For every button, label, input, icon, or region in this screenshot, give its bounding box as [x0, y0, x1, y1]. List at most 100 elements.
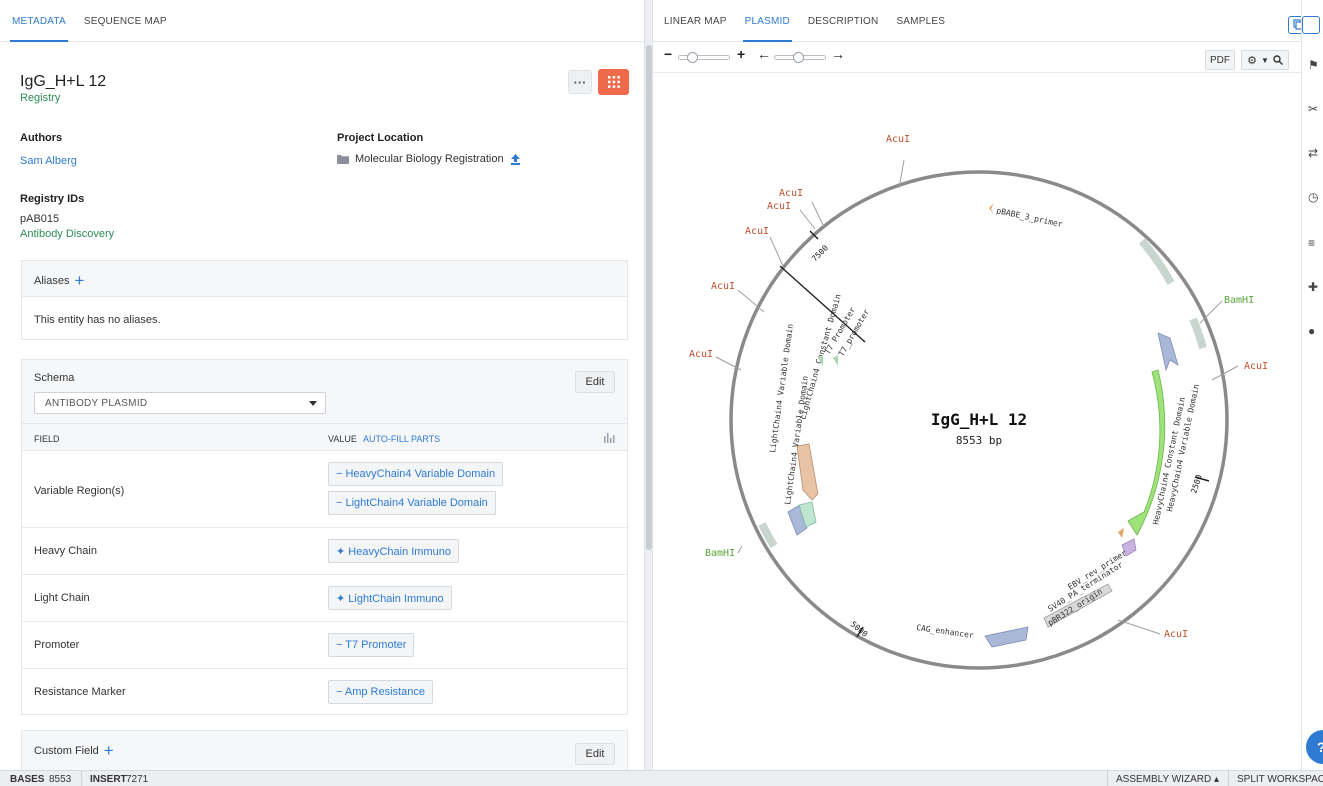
plasmid-name: IgG_H+L 12	[931, 410, 1027, 429]
feature-arrow[interactable]	[1118, 528, 1124, 538]
plasmid-map[interactable]: 2500 5000 7500 AcuI AcuI AcuI AcuI AcuI …	[653, 73, 1301, 770]
assembly-wizard-button[interactable]: ASSEMBLY WIZARD ▴	[1116, 774, 1219, 785]
scissors-icon[interactable]: ✂	[1308, 102, 1318, 116]
upload-icon[interactable]	[510, 153, 521, 165]
schema-edit-button[interactable]: Edit	[575, 371, 615, 393]
shuffle-icon[interactable]: ⇄	[1308, 146, 1318, 160]
zoom-out-button[interactable]: −	[664, 46, 672, 62]
schema-table-header: FIELD VALUE AUTO-FILL PARTS	[22, 424, 627, 450]
register-menu-button[interactable]	[598, 69, 629, 95]
tab-linear-map[interactable]: LINEAR MAP	[664, 16, 727, 41]
rotate-left-button[interactable]: ←	[757, 46, 771, 62]
bases-label: BASES	[10, 774, 45, 785]
open-button[interactable]	[1302, 16, 1320, 34]
custom-field-edit-button[interactable]: Edit	[575, 743, 615, 765]
split-workspace-button[interactable]: SPLIT WORKSPACE	[1237, 774, 1323, 785]
map-toolbar: − + ← → PDF ⚙ ▼	[653, 43, 1301, 73]
tab-sequence-map[interactable]: SEQUENCE MAP	[84, 16, 167, 41]
bar-chart-icon[interactable]	[604, 433, 615, 443]
tab-metadata[interactable]: METADATA	[10, 16, 68, 42]
ellipsis-icon: ···	[573, 74, 587, 90]
caret-down-icon: ▼	[1260, 55, 1269, 65]
settings-dropdown-button[interactable]: ⚙ ▼	[1241, 50, 1289, 70]
project-location[interactable]: Molecular Biology Registration	[337, 153, 521, 165]
rotation-slider-knob[interactable]	[793, 52, 804, 63]
part-chip[interactable]: ✦ HeavyChain Immuno	[328, 539, 459, 563]
schema-select[interactable]: ANTIBODY PLASMID	[34, 392, 326, 414]
metadata-panel: METADATA SEQUENCE MAP IgG_H+L 12 Registr…	[0, 0, 645, 770]
part-chip[interactable]: − Amp Resistance	[328, 680, 433, 704]
left-tab-bar: METADATA SEQUENCE MAP	[0, 0, 644, 42]
tab-samples[interactable]: SAMPLES	[896, 16, 945, 41]
sequence-panel: LINEAR MAP PLASMID DESCRIPTION SAMPLES −…	[653, 0, 1306, 770]
add-alias-icon[interactable]: +	[74, 271, 84, 290]
rotate-right-button[interactable]: →	[831, 46, 845, 62]
registry-ids-label: Registry IDs	[20, 193, 85, 205]
part-chip[interactable]: − LightChain4 Variable Domain	[328, 491, 496, 515]
insert-value: 7271	[126, 774, 149, 785]
folder-icon	[337, 155, 349, 164]
schema-row: Promoter − T7 Promoter	[22, 621, 627, 668]
project-location-label: Project Location	[337, 132, 424, 144]
plus-icon[interactable]: ✚	[1308, 280, 1318, 294]
right-tab-bar: LINEAR MAP PLASMID DESCRIPTION SAMPLES	[653, 0, 1301, 42]
part-chip[interactable]: ✦ LightChain Immuno	[328, 586, 452, 610]
flag-icon[interactable]: ⚑	[1308, 58, 1319, 72]
status-bar: BASES 8553 INSERT 7271 ASSEMBLY WIZARD ▴…	[0, 770, 1323, 786]
enzyme-label[interactable]: BamHI	[1224, 295, 1254, 306]
clock-icon[interactable]: ◷	[1308, 190, 1318, 204]
tab-plasmid[interactable]: PLASMID	[742, 16, 793, 42]
feature-label[interactable]: CAG_enhancer	[916, 623, 975, 640]
enzyme-label[interactable]: AcuI	[745, 226, 769, 237]
part-chip[interactable]: − T7 Promoter	[328, 633, 415, 657]
feature-label[interactable]: LightChain4 Variable Domain	[768, 323, 795, 453]
pane-splitter[interactable]	[645, 0, 653, 770]
field-name: Variable Region(s)	[34, 485, 125, 497]
list-icon[interactable]: ≡	[1308, 236, 1315, 250]
feature-label[interactable]: pBABE_3_primer	[996, 206, 1064, 229]
custom-field-title: Custom Field	[34, 745, 99, 757]
schema-row: Resistance Marker − Amp Resistance	[22, 668, 627, 715]
feature-arrow[interactable]	[1157, 332, 1179, 372]
pdf-export-button[interactable]: PDF	[1205, 50, 1235, 70]
bases-value: 8553	[49, 774, 72, 785]
enzyme-label[interactable]: AcuI	[767, 201, 791, 212]
schema-title: Schema	[34, 372, 75, 384]
schema-row: Light Chain ✦ LightChain Immuno	[22, 574, 627, 621]
registry-id: pAB015	[20, 213, 60, 225]
tick-label-7500: 7500	[810, 243, 830, 263]
registry-name[interactable]: Antibody Discovery	[20, 228, 114, 240]
rotation-slider[interactable]	[774, 52, 826, 63]
part-chip[interactable]: − HeavyChain4 Variable Domain	[328, 462, 504, 486]
field-name: Light Chain	[34, 592, 90, 604]
add-custom-field-icon[interactable]: +	[104, 741, 114, 760]
zoom-in-button[interactable]: +	[737, 46, 745, 62]
enzyme-label[interactable]: BamHI	[705, 548, 735, 559]
zoom-slider[interactable]	[678, 52, 730, 63]
project-location-name: Molecular Biology Registration	[355, 153, 504, 165]
info-icon[interactable]: ●	[1308, 324, 1315, 338]
schema-select-value: ANTIBODY PLASMID	[45, 398, 148, 409]
enzyme-label[interactable]: AcuI	[689, 349, 713, 360]
feature-arrow[interactable]	[833, 355, 838, 366]
field-name: Resistance Marker	[34, 686, 126, 698]
chevron-down-icon	[309, 401, 317, 406]
more-actions-button[interactable]: ···	[568, 70, 592, 94]
scrollbar-thumb[interactable]	[646, 45, 652, 550]
tab-description[interactable]: DESCRIPTION	[808, 16, 879, 41]
author-link[interactable]: Sam Alberg	[20, 155, 77, 167]
feature-arrow[interactable]	[984, 626, 1029, 648]
field-column-header: FIELD	[34, 434, 60, 444]
zoom-slider-knob[interactable]	[687, 52, 698, 63]
right-tool-rail: ⚑ ✂ ⇄ ◷ ≡ ✚ ●	[1301, 0, 1323, 770]
feature-arrow[interactable]	[989, 203, 994, 215]
autofill-parts-link[interactable]: AUTO-FILL PARTS	[363, 434, 440, 444]
feature-lightchain[interactable]	[796, 443, 819, 501]
entity-type[interactable]: Registry	[20, 92, 60, 104]
enzyme-label[interactable]: AcuI	[1164, 629, 1188, 640]
enzyme-label[interactable]: AcuI	[779, 188, 803, 199]
enzyme-label[interactable]: AcuI	[711, 281, 735, 292]
insert-label: INSERT	[90, 774, 127, 785]
enzyme-label[interactable]: AcuI	[1244, 361, 1268, 372]
enzyme-label[interactable]: AcuI	[886, 134, 910, 145]
